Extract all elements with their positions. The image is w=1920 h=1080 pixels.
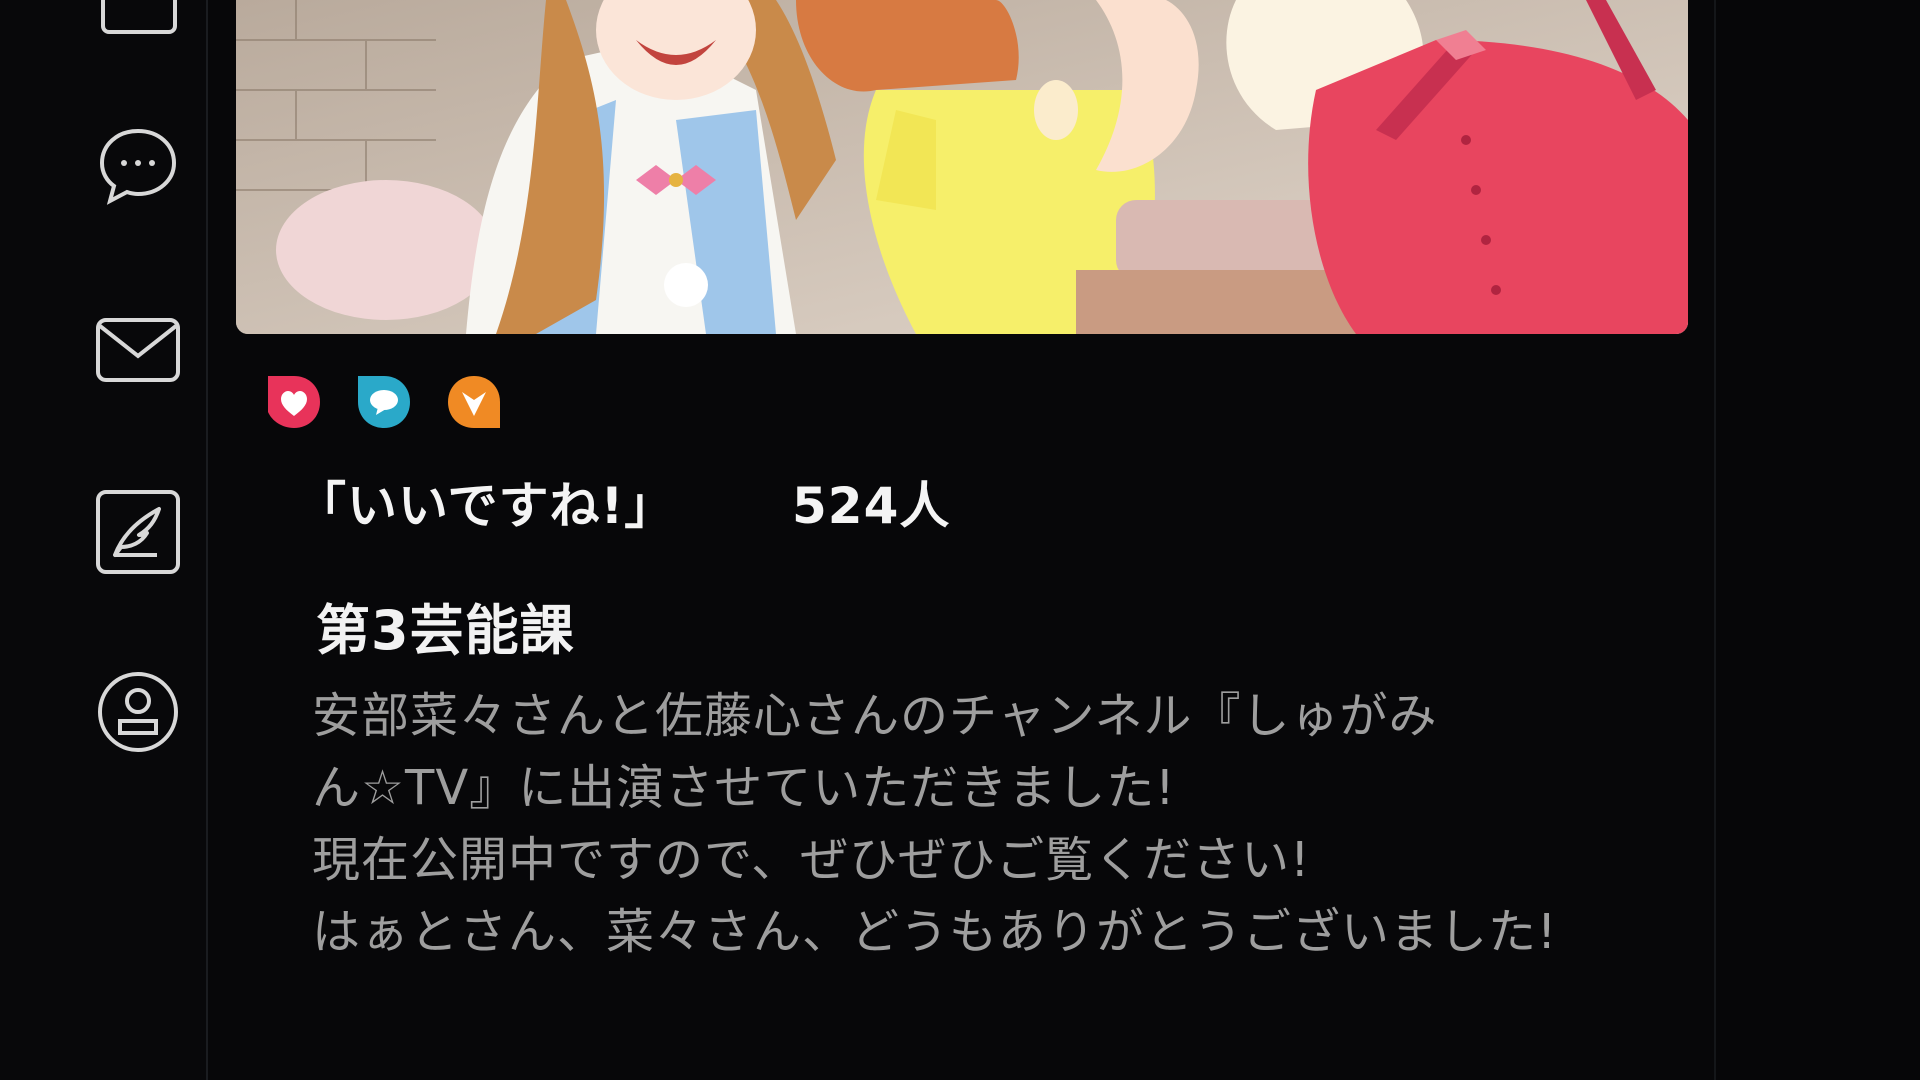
sidebar-divider	[206, 0, 208, 1080]
profile-icon[interactable]	[90, 664, 186, 760]
envelope-icon[interactable]	[90, 302, 186, 398]
right-panel	[1716, 0, 1920, 1080]
post-body-line: はぁとさん、菜々さん、どうもありがとうございました!	[312, 904, 1558, 960]
like-label: 「いいですね!」	[296, 477, 676, 535]
post-body-line: 安部菜々さんと佐藤心さんのチャンネル『しゅがみ	[312, 688, 1438, 744]
post-body-line: ん☆TV』に出演させていただきました!	[312, 760, 1176, 816]
reaction-bar	[264, 372, 504, 432]
mail-icon-partial[interactable]	[90, 0, 186, 56]
post-image[interactable]	[236, 0, 1688, 334]
post-body-line: 現在公開中ですので、ぜひぜひご覧ください!	[312, 832, 1311, 888]
like-count[interactable]: 524人	[792, 466, 950, 538]
sidebar	[0, 0, 206, 1080]
heart-reaction-icon[interactable]	[264, 372, 324, 432]
comment-reaction-icon[interactable]	[354, 372, 414, 432]
compose-quill-icon[interactable]	[90, 484, 186, 580]
post-body: 安部菜々さんと佐藤心さんのチャンネル『しゅがみ ん☆TV』に出演させていただきま…	[312, 680, 1672, 968]
post-author[interactable]: 第3芸能課	[316, 586, 575, 665]
app-screen: 「いいですね!」 524人 第3芸能課 安部菜々さんと佐藤心さんのチャンネル『し…	[0, 0, 1920, 1080]
share-reaction-icon[interactable]	[444, 372, 504, 432]
chat-bubble-icon[interactable]	[90, 118, 186, 214]
